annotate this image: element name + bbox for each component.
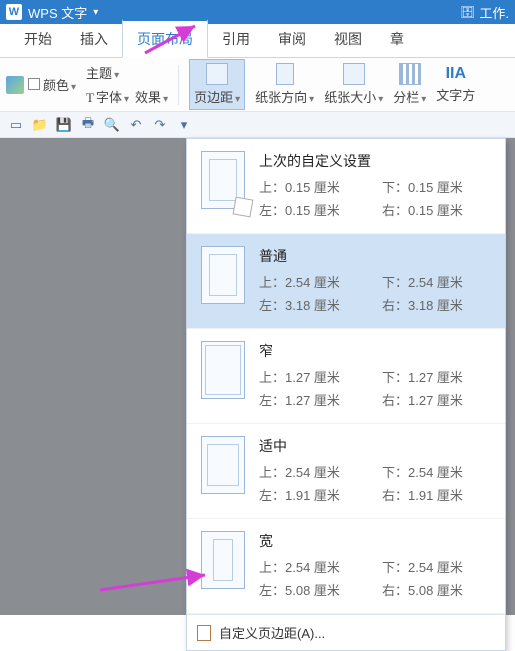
tab-view[interactable]: 视图 [320, 21, 376, 57]
tab-insert[interactable]: 插入 [66, 21, 122, 57]
quick-access-toolbar: ▭ 📁 💾 🖶 🔍 ↶ ↷ ▾ [0, 112, 515, 138]
qat-save-icon[interactable]: 💾 [56, 117, 72, 133]
preset-thumb-icon [201, 246, 245, 304]
preset-title: 窄 [259, 341, 491, 361]
qat-open-icon[interactable]: 📁 [32, 117, 48, 133]
preset-title: 普通 [259, 246, 491, 266]
paper-size-icon [343, 63, 365, 85]
margins-dropdown-menu: 上次的自定义设置 上：0.15 厘米下：0.15 厘米 左：0.15 厘米右：0… [186, 138, 506, 651]
color-dropdown[interactable]: 颜色 [28, 75, 76, 94]
tab-review[interactable]: 审阅 [264, 21, 320, 57]
ribbon-tabs: 开始 插入 页面布局 引用 审阅 视图 章 [0, 24, 515, 58]
effect-dropdown[interactable]: 效果 [135, 87, 168, 106]
orientation-icon [276, 63, 294, 85]
paper-size-button[interactable]: 纸张大小 [324, 63, 383, 106]
qat-preview-icon[interactable]: 🔍 [104, 117, 120, 133]
qat-new-icon[interactable]: ▭ [8, 117, 24, 133]
orientation-button[interactable]: 纸张方向 [255, 63, 314, 106]
margin-preset-last-custom[interactable]: 上次的自定义设置 上：0.15 厘米下：0.15 厘米 左：0.15 厘米右：0… [187, 139, 505, 234]
theme-dropdown[interactable]: 主题 [86, 63, 119, 82]
qat-more-icon[interactable]: ▾ [176, 117, 192, 133]
tab-page-layout[interactable]: 页面布局 [122, 19, 208, 58]
preset-thumb-icon [201, 341, 245, 399]
preset-title: 宽 [259, 531, 491, 551]
tab-start[interactable]: 开始 [10, 21, 66, 57]
font-icon: T [86, 90, 94, 105]
text-direction-icon: IIA [446, 65, 466, 83]
title-dropdown-icon[interactable]: ▾ [93, 7, 98, 18]
margins-icon [206, 63, 228, 85]
app-name: WPS 文字 [28, 3, 87, 22]
briefcase-icon: 🗄 [460, 5, 475, 19]
qat-print-icon[interactable]: 🖶 [80, 117, 96, 133]
preset-thumb-icon [201, 151, 245, 209]
text-direction-button[interactable]: IIA 文字方 [436, 65, 475, 104]
columns-icon [399, 63, 421, 85]
ribbon: 颜色 主题 T字体 效果 页边距 纸张方向 纸张大小 分栏 IIA 文字方 [0, 58, 515, 112]
custom-margins-icon [197, 625, 211, 641]
margin-preset-normal[interactable]: 普通 上：2.54 厘米下：2.54 厘米 左：3.18 厘米右：3.18 厘米 [187, 234, 505, 329]
tab-references[interactable]: 引用 [208, 21, 264, 57]
margin-preset-wide[interactable]: 宽 上：2.54 厘米下：2.54 厘米 左：5.08 厘米右：5.08 厘米 [187, 519, 505, 614]
app-logo: W [6, 4, 22, 20]
qat-redo-icon[interactable]: ↷ [152, 117, 168, 133]
preset-thumb-icon [201, 531, 245, 589]
font-dropdown[interactable]: T字体 [86, 87, 129, 106]
qat-undo-icon[interactable]: ↶ [128, 117, 144, 133]
margin-preset-narrow[interactable]: 窄 上：1.27 厘米下：1.27 厘米 左：1.27 厘米右：1.27 厘米 [187, 329, 505, 424]
custom-margins-button[interactable]: 自定义页边距(A)... [187, 614, 505, 650]
tab-chapter[interactable]: 章 [376, 21, 418, 57]
theme-color-icon[interactable] [6, 76, 24, 94]
preset-title: 适中 [259, 436, 491, 456]
custom-margins-label: 自定义页边距(A)... [219, 623, 325, 642]
margin-preset-moderate[interactable]: 适中 上：2.54 厘米下：2.54 厘米 左：1.91 厘米右：1.91 厘米 [187, 424, 505, 519]
preset-thumb-icon [201, 436, 245, 494]
preset-title: 上次的自定义设置 [259, 151, 491, 171]
margins-button[interactable]: 页边距 [189, 59, 245, 110]
work-label: 工作. [479, 3, 509, 22]
columns-button[interactable]: 分栏 [393, 63, 426, 106]
